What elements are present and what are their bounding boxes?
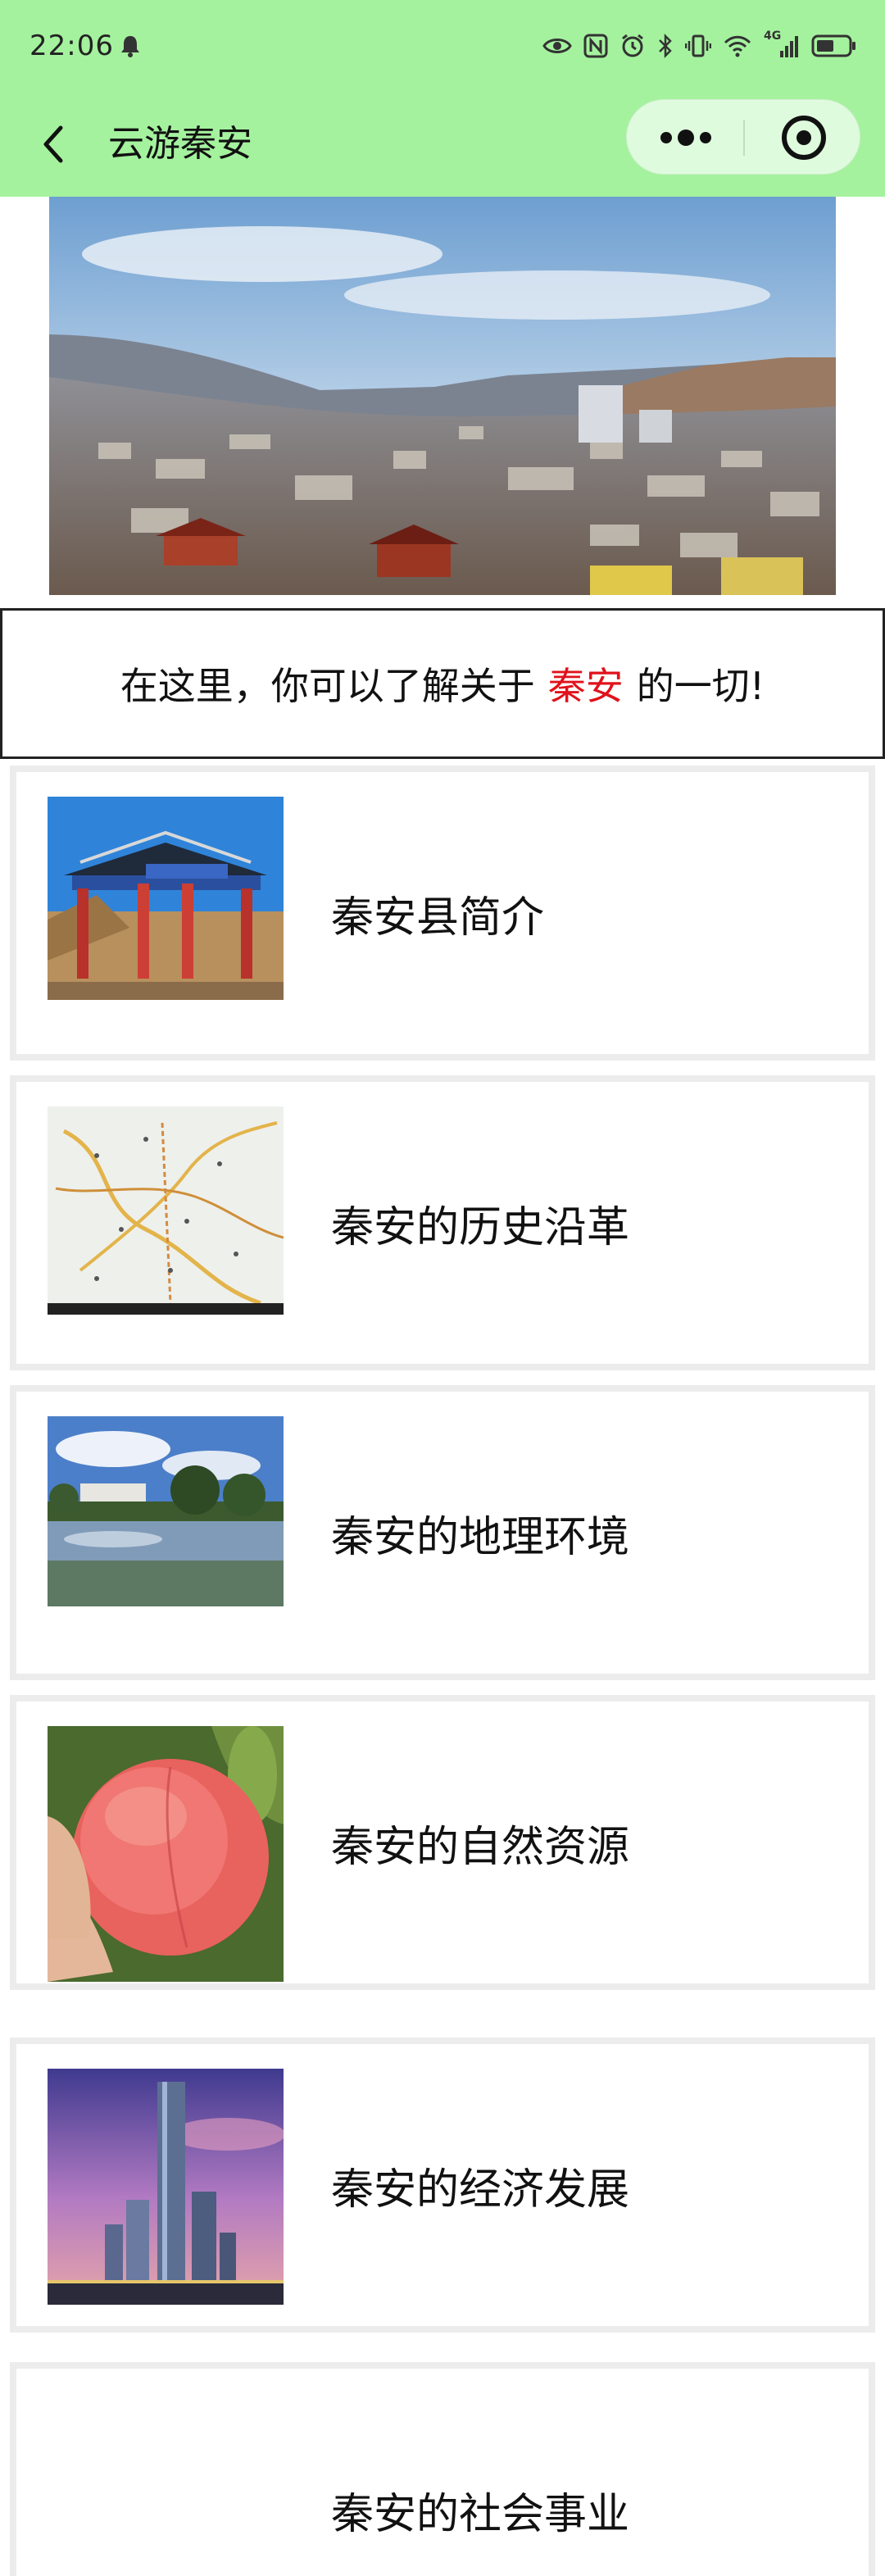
card-label: 秦安的历史沿革 — [331, 1202, 630, 1252]
menu-card-economy[interactable]: 秦安的经济发展 — [10, 2038, 875, 2333]
wifi-icon — [724, 35, 751, 57]
hero-image — [49, 197, 836, 595]
menu-capsule — [626, 99, 860, 175]
notification-bell-icon — [121, 36, 139, 57]
card-label: 秦安县简介 — [331, 893, 545, 943]
back-arrow-icon[interactable] — [33, 118, 74, 170]
lake-landscape-thumbnail — [48, 1416, 284, 1606]
intro-text-after: 的一切! — [636, 664, 765, 708]
card-label: 秦安的社会事业 — [331, 2489, 630, 2539]
card-label: 秦安的地理环境 — [331, 1512, 630, 1562]
intro-text-before: 在这里，你可以了解关于 — [120, 664, 535, 708]
page-title: 云游秦安 — [108, 123, 252, 165]
menu-card-geography[interactable]: 秦安的地理环境 — [10, 1385, 875, 1680]
more-options-button[interactable] — [627, 100, 743, 175]
navigation-bar: 云游秦安 — [0, 95, 885, 197]
skyscraper-thumbnail — [48, 2069, 284, 2305]
memorial-archway-thumbnail — [48, 797, 284, 1000]
menu-card-social[interactable]: 秦安的社会事业 — [10, 2362, 875, 2576]
cellular-signal-icon: 4G — [764, 30, 800, 59]
menu-card-resources[interactable]: 秦安的自然资源 — [10, 1695, 875, 1990]
vibrate-icon — [685, 34, 711, 57]
status-bar: 22:06 4G — [0, 0, 885, 95]
status-icons: 4G — [542, 30, 857, 62]
menu-card-introduction[interactable]: 秦安县简介 — [10, 766, 875, 1061]
battery-icon — [811, 34, 856, 57]
county-map-thumbnail — [48, 1106, 284, 1315]
menu-card-history[interactable]: 秦安的历史沿革 — [10, 1075, 875, 1370]
alarm-icon — [622, 34, 643, 57]
intro-highlight: 秦安 — [547, 664, 624, 708]
more-dots-icon — [660, 129, 711, 146]
eye-icon — [542, 39, 572, 53]
close-miniprogram-button[interactable] — [745, 100, 861, 175]
bluetooth-icon — [659, 33, 672, 59]
intro-banner: 在这里，你可以了解关于 秦安 的一切! — [0, 608, 885, 759]
peach-thumbnail — [48, 1726, 284, 1982]
card-label: 秦安的经济发展 — [331, 2165, 630, 2215]
target-close-icon — [782, 116, 826, 160]
card-label: 秦安的自然资源 — [331, 1822, 630, 1872]
nfc-icon — [583, 34, 608, 58]
status-time: 22:06 — [30, 30, 114, 62]
